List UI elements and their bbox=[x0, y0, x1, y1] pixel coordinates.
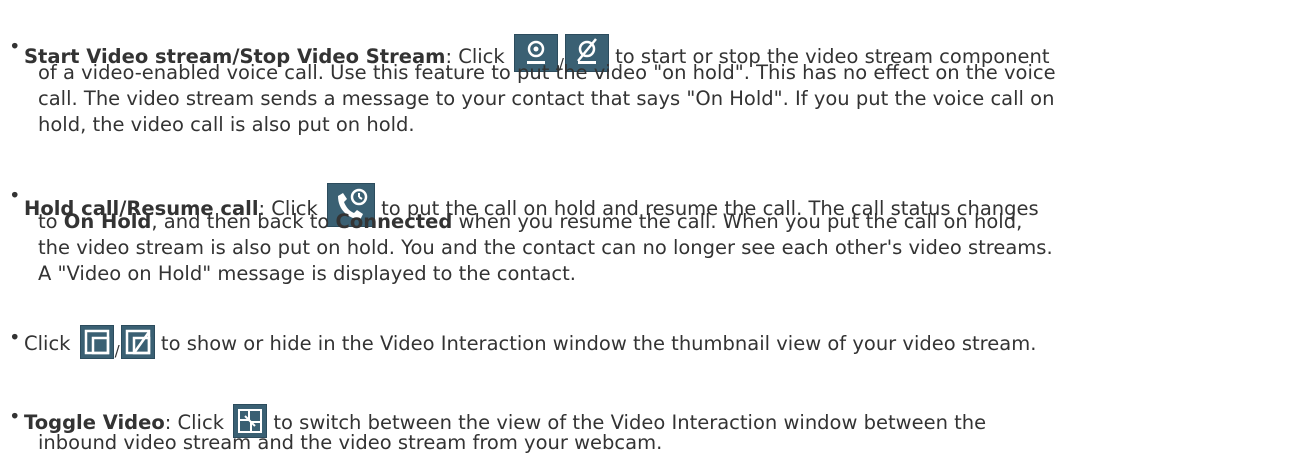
thumbnail-hide-icon[interactable] bbox=[120, 325, 155, 359]
click-text: Click bbox=[24, 332, 71, 355]
status-connected: Connected bbox=[335, 210, 453, 233]
bullet: • bbox=[9, 184, 21, 207]
item1-line2: of a video-enabled voice call. Use this … bbox=[38, 61, 1056, 84]
thumbnail-show-icon[interactable] bbox=[79, 325, 114, 359]
item2-line2: to On Hold, and then back to Connected w… bbox=[38, 209, 1022, 235]
item2-line2-pre: to bbox=[38, 210, 64, 233]
help-document: • Start Video stream/Stop Video Stream: … bbox=[0, 0, 1311, 470]
bullet: • bbox=[9, 405, 21, 428]
bullet: • bbox=[9, 35, 21, 58]
item3-line1: Click / to show or hide in the Video Int… bbox=[24, 325, 1036, 360]
item2-line1: Hold call/Resume call: Click to put the … bbox=[24, 183, 1039, 227]
item4-line2: inbound video stream and the video strea… bbox=[38, 431, 663, 454]
item2-line3: the video stream is also put on hold. Yo… bbox=[38, 236, 1053, 259]
icon-separator: / bbox=[114, 342, 120, 360]
item1-line3: call. The video stream sends a message t… bbox=[38, 87, 1055, 110]
item3-line1-text: to show or hide in the Video Interaction… bbox=[154, 332, 1037, 355]
item2-line2-mid: , and then back to bbox=[151, 210, 336, 233]
item2-line4: A "Video on Hold" message is displayed t… bbox=[38, 262, 576, 285]
item1-line1: Start Video stream/Stop Video Stream: Cl… bbox=[24, 34, 1050, 73]
bullet: • bbox=[9, 326, 21, 349]
status-on-hold: On Hold bbox=[63, 210, 152, 233]
item4-line1: Toggle Video: Click to switch between th… bbox=[24, 404, 986, 438]
item1-line4: hold, the video call is also put on hold… bbox=[38, 113, 415, 136]
item2-line2-post: when you resume the call. When you put t… bbox=[452, 210, 1023, 233]
